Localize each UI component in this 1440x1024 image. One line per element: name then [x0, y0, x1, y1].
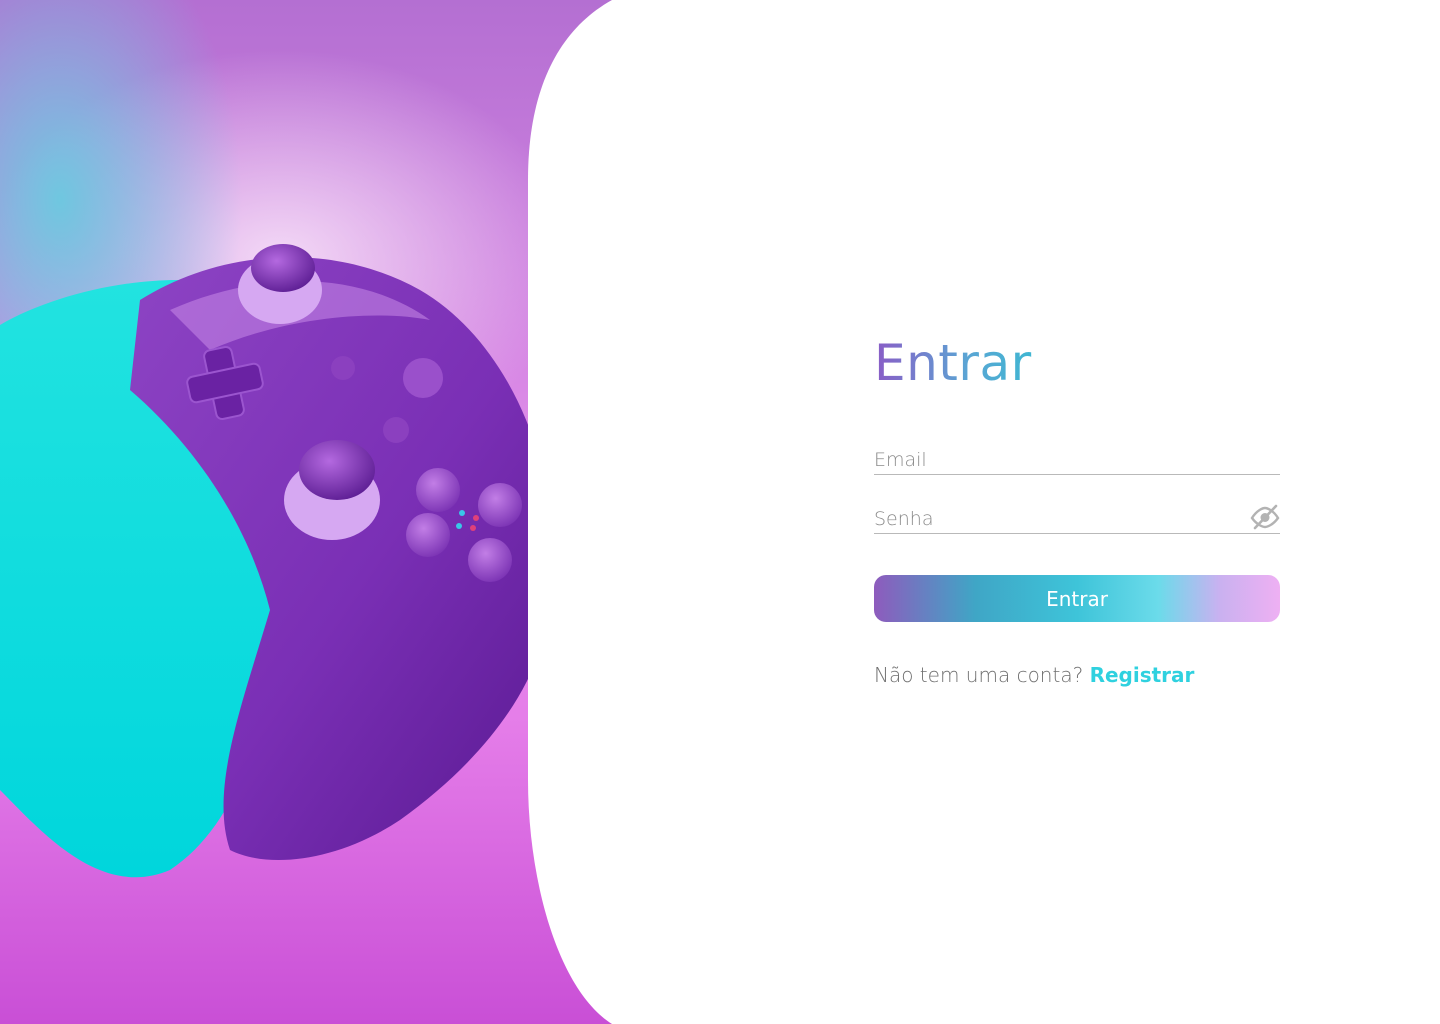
game-controller-image	[0, 244, 540, 878]
email-field[interactable]	[874, 447, 1244, 473]
no-account-text: Não tem uma conta?	[874, 663, 1084, 687]
register-link[interactable]: Registrar	[1090, 663, 1195, 687]
login-form: Entrar Entrar Não tem uma conta? Registr…	[874, 330, 1280, 687]
login-page: Entrar Entrar Não tem uma conta? Registr…	[0, 0, 1440, 1024]
password-field-wrapper	[874, 503, 1280, 534]
password-field[interactable]	[874, 506, 1244, 532]
register-prompt: Não tem uma conta? Registrar	[874, 663, 1280, 687]
eye-slash-icon[interactable]	[1250, 503, 1280, 531]
login-button[interactable]: Entrar	[874, 575, 1280, 622]
email-field-wrapper	[874, 444, 1280, 475]
page-title: Entrar	[874, 330, 1032, 396]
